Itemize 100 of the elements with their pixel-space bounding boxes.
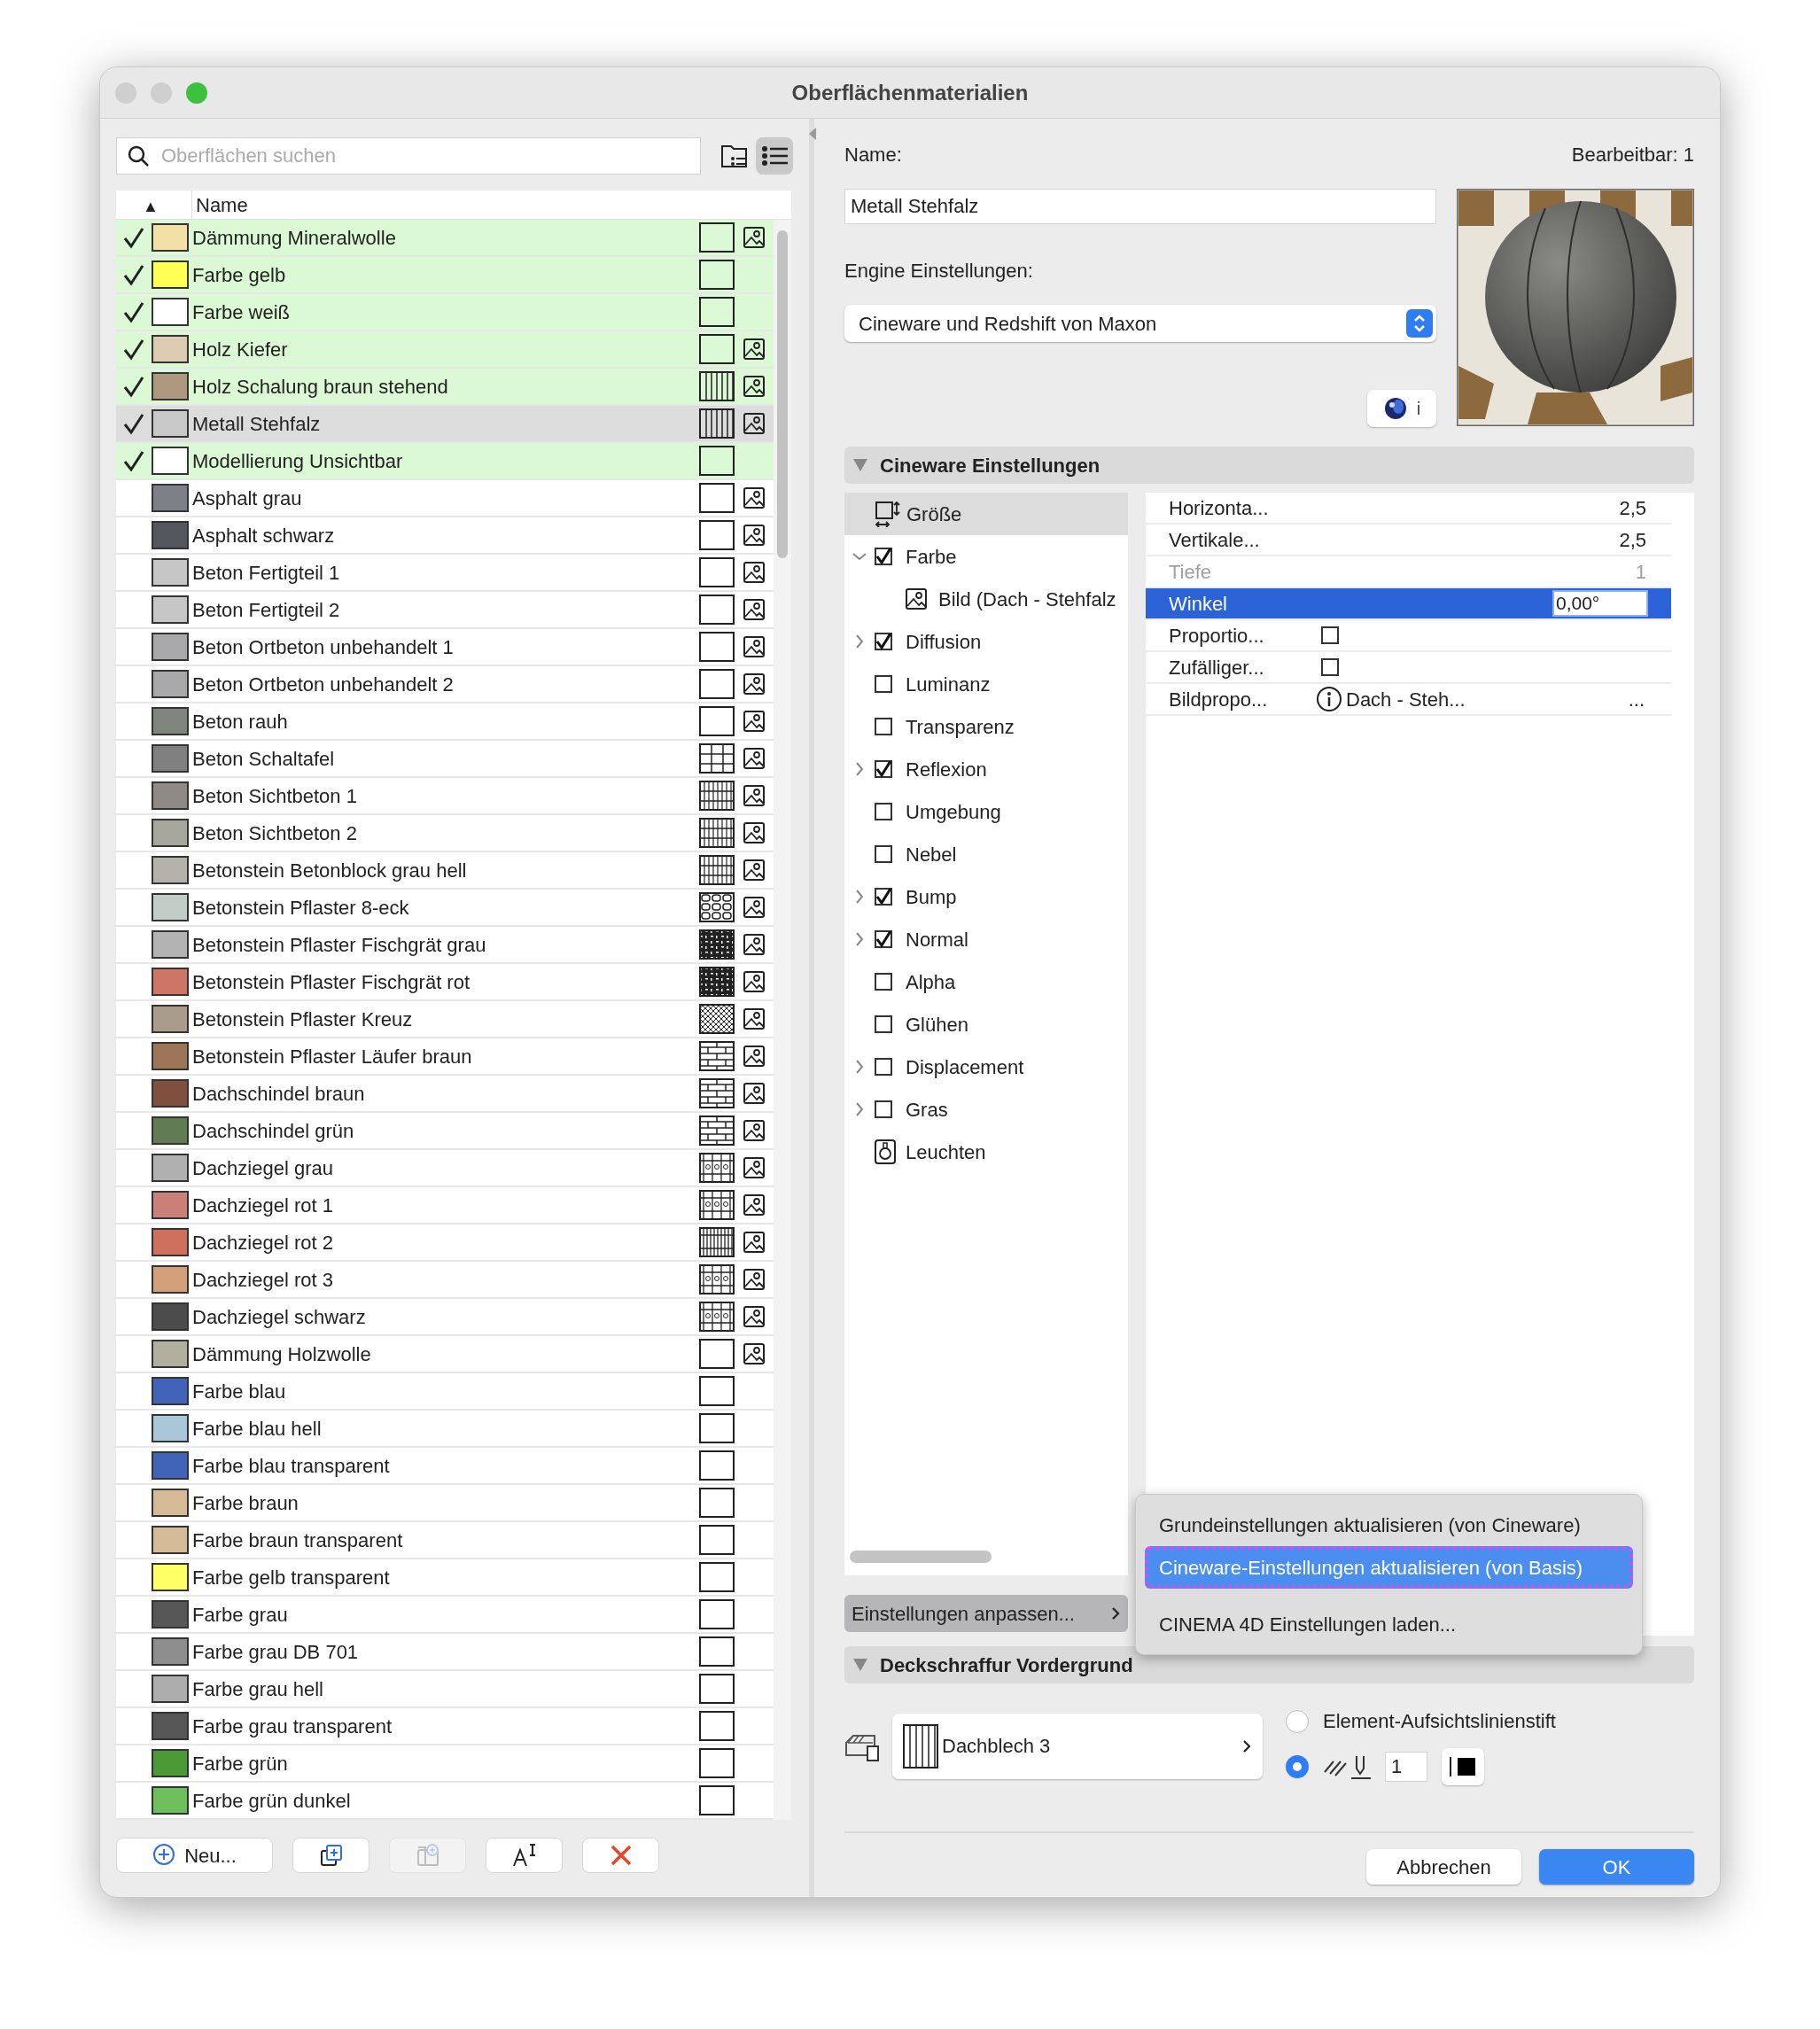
chevron-right-icon[interactable] — [853, 761, 866, 777]
material-row[interactable]: Farbe braun — [116, 1485, 774, 1522]
channel-item[interactable]: Alpha — [844, 960, 1128, 1003]
channel-item[interactable]: Bild (Dach - Stehfalz — [844, 578, 1128, 620]
channel-item[interactable]: Displacement — [844, 1046, 1128, 1088]
list-view-button[interactable] — [756, 137, 793, 175]
engine-dropdown[interactable]: Cineware und Redshift von Maxon — [844, 305, 1436, 342]
material-row[interactable]: Farbe grün — [116, 1745, 774, 1783]
material-row[interactable]: Beton Fertigteil 1 — [116, 555, 774, 592]
material-row[interactable]: Beton Ortbeton unbehandelt 1 — [116, 629, 774, 666]
checkbox[interactable] — [875, 803, 892, 820]
checkbox[interactable] — [875, 1100, 892, 1118]
property-row[interactable]: Bildpropo... Dach - Steh... ... — [1146, 684, 1671, 716]
delete-button[interactable] — [582, 1838, 659, 1873]
property-row[interactable]: Vertikale... 2,5 — [1146, 525, 1671, 556]
channel-item[interactable]: Größe — [844, 493, 1128, 535]
channel-item[interactable]: Glühen — [844, 1003, 1128, 1046]
material-row[interactable]: Farbe blau hell — [116, 1411, 774, 1448]
checkbox[interactable] — [875, 888, 892, 906]
material-row[interactable]: Farbe grau hell — [116, 1671, 774, 1708]
adjust-settings-button[interactable]: Einstellungen anpassen... — [844, 1595, 1128, 1632]
material-row[interactable]: Beton Ortbeton unbehandelt 2 — [116, 666, 774, 704]
checkbox[interactable] — [875, 548, 892, 565]
checkbox[interactable] — [875, 1058, 892, 1076]
material-row[interactable]: Dachziegel rot 3 — [116, 1262, 774, 1299]
menu-item[interactable]: Grundeinstellungen aktualisieren (von Cineware) — [1145, 1504, 1633, 1546]
checkbox[interactable] — [875, 930, 892, 948]
material-row[interactable]: Asphalt grau — [116, 480, 774, 517]
material-row[interactable]: Farbe blau — [116, 1373, 774, 1411]
angle-field[interactable]: 0,00° — [1552, 590, 1648, 617]
chevron-right-icon[interactable] — [853, 634, 866, 649]
material-row[interactable]: Dachziegel rot 1 — [116, 1187, 774, 1224]
collapse-handle-icon[interactable] — [809, 128, 816, 140]
material-row[interactable]: Betonstein Pflaster 8-eck — [116, 890, 774, 927]
property-row[interactable]: Winkel 0,00° — [1146, 588, 1671, 620]
scrollbar-thumb[interactable] — [850, 1551, 992, 1563]
material-row[interactable]: Beton Schaltafel — [116, 741, 774, 778]
material-row[interactable]: Dachziegel grau — [116, 1150, 774, 1187]
name-field[interactable]: Metall Stehfalz — [844, 189, 1436, 224]
channel-item[interactable]: Gras — [844, 1088, 1128, 1131]
channel-item[interactable]: Normal — [844, 918, 1128, 960]
chevron-right-icon[interactable] — [853, 931, 866, 947]
channel-item[interactable]: Umgebung — [844, 790, 1128, 833]
checkbox[interactable] — [875, 675, 892, 693]
new-button[interactable]: Neu... — [116, 1838, 273, 1873]
channel-item[interactable]: Transparenz — [844, 705, 1128, 748]
pen-number-field[interactable]: 1 — [1385, 1752, 1427, 1782]
property-row[interactable]: Horizonta... 2,5 — [1146, 493, 1671, 525]
info-button[interactable]: i — [1367, 390, 1436, 427]
pen-color-button[interactable] — [1442, 1748, 1484, 1785]
material-row[interactable]: Betonstein Pflaster Fischgrät rot — [116, 964, 774, 1001]
material-row[interactable]: Beton Sichtbeton 1 — [116, 778, 774, 815]
material-row[interactable]: Holz Schalung braun stehend — [116, 369, 774, 406]
property-row[interactable]: Proportio... — [1146, 620, 1671, 652]
material-row[interactable]: Betonstein Pflaster Kreuz — [116, 1001, 774, 1038]
material-row[interactable]: Metall Stehfalz — [116, 406, 774, 443]
search-field[interactable]: Oberflächen suchen — [116, 137, 701, 175]
menu-item[interactable]: CINEMA 4D Einstellungen laden... — [1145, 1603, 1633, 1645]
material-row[interactable]: Farbe blau transparent — [116, 1448, 774, 1485]
checkbox[interactable] — [1321, 658, 1339, 676]
material-row[interactable]: Farbe weiß — [116, 294, 774, 331]
material-row[interactable]: Beton Sichtbeton 2 — [116, 815, 774, 852]
channel-item[interactable]: Reflexion — [844, 748, 1128, 790]
checkbox[interactable] — [875, 1015, 892, 1033]
material-row[interactable]: Dämmung Holzwolle — [116, 1336, 774, 1373]
material-row[interactable]: Dachziegel schwarz — [116, 1299, 774, 1336]
radio-button[interactable] — [1286, 1709, 1309, 1733]
material-row[interactable]: Betonstein Betonblock grau hell — [116, 852, 774, 890]
chevron-right-icon[interactable] — [853, 1101, 866, 1117]
channel-item[interactable]: Leuchten — [844, 1131, 1128, 1173]
material-row[interactable]: Dachschindel braun — [116, 1076, 774, 1113]
hatch-picker[interactable]: Dachblech 3 — [892, 1713, 1263, 1779]
checkbox[interactable] — [875, 845, 892, 863]
material-row[interactable]: Holz Kiefer — [116, 331, 774, 369]
material-row[interactable]: Farbe gelb transparent — [116, 1559, 774, 1597]
section-header[interactable]: Cineware Einstellungen — [844, 447, 1694, 484]
chevron-right-icon[interactable] — [853, 1059, 866, 1075]
material-row[interactable]: Beton Fertigteil 2 — [116, 592, 774, 629]
scrollbar-thumb[interactable] — [777, 230, 788, 558]
material-row[interactable]: Farbe grau DB 701 — [116, 1634, 774, 1671]
material-row[interactable]: Farbe grün dunkel — [116, 1783, 774, 1820]
material-row[interactable]: Farbe gelb — [116, 257, 774, 294]
channel-item[interactable]: Nebel — [844, 833, 1128, 875]
checkbox[interactable] — [875, 760, 892, 778]
channel-item[interactable]: Diffusion — [844, 620, 1128, 663]
checkbox[interactable] — [875, 633, 892, 650]
material-row[interactable]: Dachziegel rot 2 — [116, 1224, 774, 1262]
ok-button[interactable]: OK — [1539, 1849, 1694, 1885]
material-row[interactable]: Betonstein Pflaster Fischgrät grau — [116, 927, 774, 964]
checkbox[interactable] — [875, 973, 892, 991]
rename-button[interactable] — [486, 1838, 563, 1873]
material-row[interactable]: Farbe grau transparent — [116, 1708, 774, 1745]
channel-item[interactable]: Luminanz — [844, 663, 1128, 705]
checkbox[interactable] — [875, 718, 892, 735]
material-row[interactable]: Farbe grau — [116, 1597, 774, 1634]
material-row[interactable]: Dachschindel grün — [116, 1113, 774, 1150]
material-row[interactable]: Dämmung Mineralwolle — [116, 220, 774, 257]
material-row[interactable]: Beton rauh — [116, 704, 774, 741]
material-row[interactable]: Asphalt schwarz — [116, 517, 774, 555]
cancel-button[interactable]: Abbrechen — [1366, 1849, 1521, 1885]
